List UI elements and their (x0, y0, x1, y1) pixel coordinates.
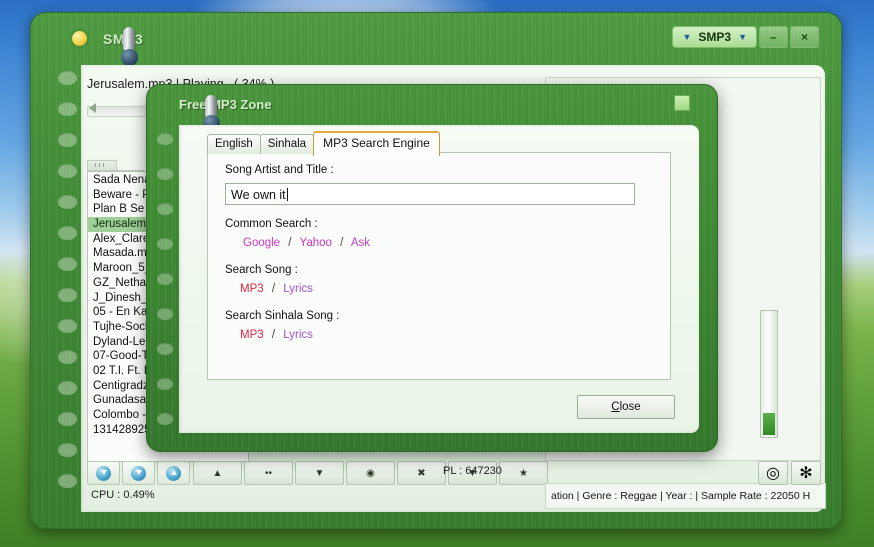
circle-down-arrow-icon (131, 465, 146, 481)
search-sinhala-song-links: MP3 / Lyrics (240, 329, 313, 341)
smp3-menu-label: SMP3 (698, 30, 732, 44)
sinhala-lyrics-link[interactable]: Lyrics (283, 329, 313, 341)
link-separator: / (271, 283, 276, 295)
dialog-tabs: English Sinhala MP3 Search Engine (207, 131, 440, 156)
song-lyrics-link[interactable]: Lyrics (283, 283, 313, 295)
binder-hole (58, 350, 77, 363)
binder-hole (58, 164, 77, 177)
search-input-value: We own it (231, 188, 286, 202)
ask-link[interactable]: Ask (351, 237, 370, 249)
search-input[interactable]: We own it (225, 183, 635, 205)
mp3-search-panel: Song Artist and Title : We own it Common… (207, 152, 671, 380)
text-caret (286, 188, 288, 201)
close-dialog-button[interactable]: Close (577, 395, 675, 419)
player-titlebar[interactable]: SMP3 ▼ SMP3 ▼ – × (31, 13, 841, 53)
binder-hole (58, 102, 77, 115)
binder-hole (157, 308, 173, 319)
chevron-down-icon: ▼ (682, 31, 692, 42)
close-button[interactable]: × (790, 26, 819, 48)
move-top-button[interactable] (157, 461, 190, 485)
dialog-binder-holes (157, 133, 177, 448)
toolbar-list-button[interactable]: •• (244, 461, 293, 485)
seek-left-arrow-icon[interactable] (89, 103, 96, 113)
toolbar-open-button[interactable]: ▲ (193, 461, 242, 485)
google-link[interactable]: Google (243, 237, 280, 249)
binder-holes (58, 71, 80, 505)
binder-hole (58, 71, 77, 84)
playlist-nav-buttons (87, 461, 190, 485)
right-toolbar: ◎ ✻ (758, 461, 821, 485)
binder-hole (157, 343, 173, 354)
search-song-heading: Search Song : (225, 264, 298, 276)
window-buttons: ▼ SMP3 ▼ – × (672, 26, 819, 48)
playlist-count-label: PL : 647230 (443, 465, 502, 477)
move-up-button[interactable] (122, 461, 155, 485)
tab-english[interactable]: English (207, 134, 261, 154)
link-separator: / (288, 237, 292, 249)
binder-hole (157, 273, 173, 284)
song-mp3-link[interactable]: MP3 (240, 283, 264, 295)
tab-mp3-search-engine[interactable]: MP3 Search Engine (313, 131, 440, 156)
binder-hole (157, 133, 173, 144)
binder-hole (157, 413, 173, 424)
song-field-label: Song Artist and Title : (225, 164, 334, 176)
close-box-icon[interactable] (674, 95, 690, 111)
yahoo-link[interactable]: Yahoo (300, 237, 332, 249)
binder-hole (58, 133, 77, 146)
dialog-content-page: English Sinhala MP3 Search Engine Song A… (179, 125, 699, 433)
cpu-usage-label: CPU : 0.49% (91, 489, 155, 501)
binder-ring-cap (121, 49, 138, 66)
toolbar-shuffle-button[interactable]: ◉ (346, 461, 395, 485)
plugins-button[interactable]: ✻ (791, 461, 821, 485)
dialog-title: Free MP3 Zone (179, 97, 272, 112)
search-sinhala-song-heading: Search Sinhala Song : (225, 310, 340, 322)
minimize-button[interactable]: – (759, 26, 788, 48)
sinhala-mp3-link[interactable]: MP3 (240, 329, 264, 341)
close-button-label: lose (619, 401, 641, 413)
free-mp3-zone-dialog: Free MP3 Zone English Sinhala MP3 Search… (146, 84, 718, 452)
circle-up-arrow-icon (166, 465, 181, 481)
search-song-links: MP3 / Lyrics (240, 283, 313, 295)
chevron-down-icon: ▼ (738, 31, 747, 42)
tab-sinhala[interactable]: Sinhala (259, 134, 315, 154)
circle-down-arrow-icon (96, 465, 111, 481)
volume-level-fill (763, 413, 775, 435)
binder-hole (58, 257, 77, 270)
binder-hole (58, 226, 77, 239)
binder-hole (157, 203, 173, 214)
move-down-button[interactable] (87, 461, 120, 485)
common-search-links: Google / Yahoo / Ask (243, 237, 370, 249)
app-orb-icon (72, 31, 87, 46)
binder-hole (58, 381, 77, 394)
binder-hole (157, 168, 173, 179)
binder-hole (58, 195, 77, 208)
binder-hole (58, 443, 77, 456)
common-search-heading: Common Search : (225, 218, 318, 230)
link-separator: / (340, 237, 344, 249)
binder-hole (157, 378, 173, 389)
binder-hole (58, 288, 77, 301)
smp3-menu-button[interactable]: ▼ SMP3 ▼ (672, 26, 757, 48)
close-button-accelerator: C (611, 401, 620, 413)
link-separator: / (271, 329, 276, 341)
playlist-resize-handle[interactable] (87, 160, 117, 171)
binder-hole (58, 474, 77, 487)
binder-hole (157, 238, 173, 249)
binder-hole (58, 319, 77, 332)
volume-slider[interactable] (760, 310, 778, 438)
visualizer-toggle-button[interactable]: ◎ (758, 461, 788, 485)
track-info-bar: ation | Genre : Reggae | Year : | Sample… (545, 483, 826, 509)
toolbar-settings-button[interactable]: ★ (499, 461, 548, 485)
toolbar-sort-button[interactable]: ▼ (295, 461, 344, 485)
toolbar-repeat-button[interactable]: ✖ (397, 461, 446, 485)
binder-hole (58, 412, 77, 425)
